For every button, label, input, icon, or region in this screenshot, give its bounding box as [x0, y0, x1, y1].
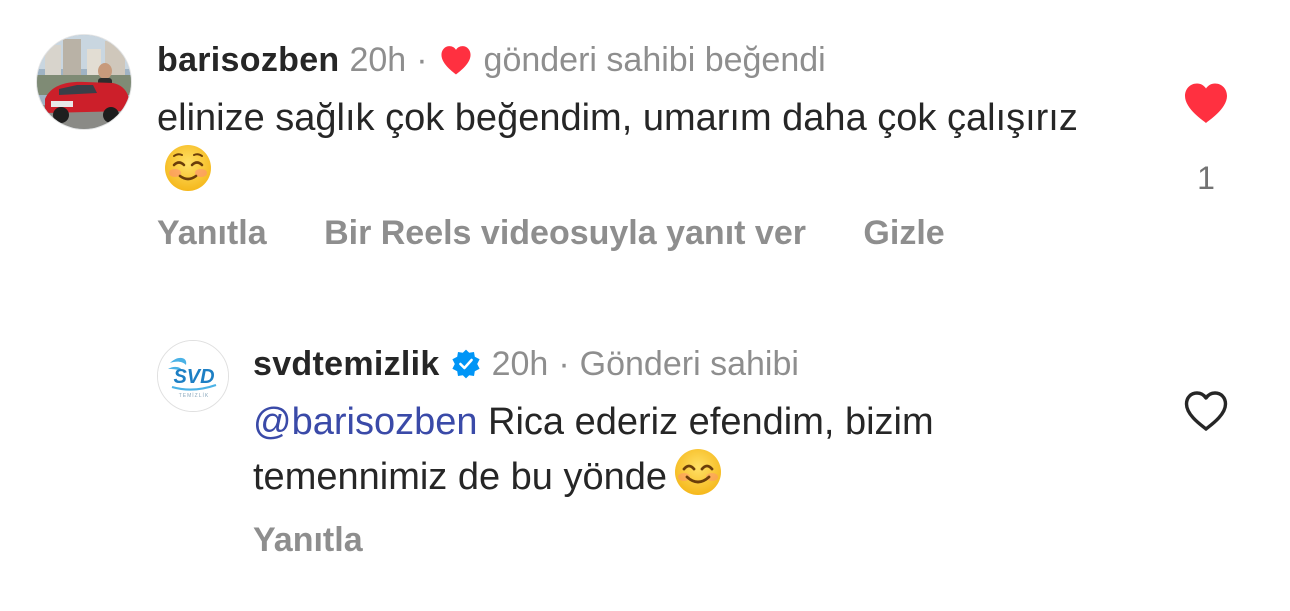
heart-filled-icon — [1185, 83, 1227, 123]
like-button[interactable] — [1182, 388, 1230, 434]
heart-outline-icon — [1184, 391, 1228, 431]
mention-link[interactable]: @barisozben — [253, 401, 477, 443]
avatar-photo — [37, 35, 131, 129]
svd-logo: SVD TEMİZLİK — [158, 341, 228, 411]
comment-text: elinize sağlık çok beğendim, umarım daha… — [157, 93, 1117, 206]
comment-thread: barisozben 20h · gönderi sahibi beğendi … — [0, 0, 1290, 611]
smiling-face-with-smiling-eyes-emoji — [673, 447, 723, 510]
liked-by-author-text: gönderi sahibi beğendi — [483, 41, 826, 79]
reply-button[interactable]: Yanıtla — [253, 520, 363, 560]
comment-body: elinize sağlık çok beğendim, umarım daha… — [157, 97, 1078, 139]
timestamp: 20h — [491, 345, 549, 383]
svg-text:TEMİZLİK: TEMİZLİK — [179, 392, 210, 399]
svg-text:SVD: SVD — [173, 366, 214, 388]
username[interactable]: svdtemizlik — [253, 344, 440, 384]
reply-actions: Yanıtla — [253, 520, 411, 560]
comment-actions: Yanıtla Bir Reels videosuyla yanıt ver G… — [157, 213, 993, 253]
timestamp: 20h — [349, 41, 407, 79]
reply-text: @barisozben Rica ederiz efendim, bizim t… — [253, 397, 1133, 510]
separator-dot: · — [416, 41, 428, 79]
like-count: 1 — [1197, 160, 1215, 196]
author-badge: Gönderi sahibi — [579, 345, 799, 383]
reply-button[interactable]: Yanıtla — [157, 213, 267, 253]
heart-filled-icon — [438, 44, 474, 76]
hide-button[interactable]: Gizle — [863, 213, 944, 253]
reply-meta: svdtemizlik 20h · Gönderi sahibi — [253, 344, 799, 384]
smiling-face-emoji — [163, 143, 213, 206]
reels-reply-button[interactable]: Bir Reels videosuyla yanıt ver — [324, 213, 806, 253]
verified-badge-icon — [450, 348, 482, 380]
like-button[interactable] — [1182, 80, 1230, 126]
avatar-svdtemizlik[interactable]: SVD TEMİZLİK — [157, 340, 229, 412]
avatar-barisozben[interactable] — [36, 34, 132, 130]
comment-meta: barisozben 20h · gönderi sahibi beğendi — [157, 40, 826, 80]
username[interactable]: barisozben — [157, 40, 339, 80]
separator-dot: · — [558, 345, 570, 383]
